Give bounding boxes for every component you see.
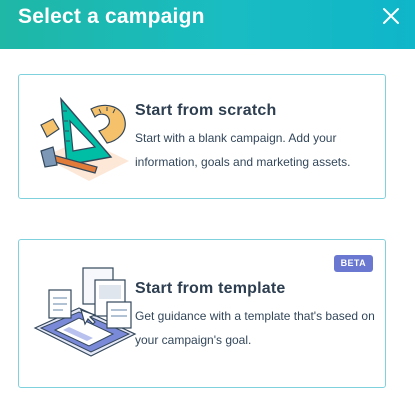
modal-header: Select a campaign bbox=[0, 0, 415, 49]
tools-illustration bbox=[40, 96, 129, 181]
card-title: Start from scratch bbox=[135, 102, 277, 119]
modal-title: Select a campaign bbox=[18, 5, 205, 28]
template-illustration bbox=[33, 267, 137, 357]
card-title: Start from template bbox=[135, 280, 286, 297]
card-description: Start with a blank campaign. Add your in… bbox=[135, 131, 351, 169]
card-description: Get guidance with a template that's base… bbox=[135, 309, 375, 347]
start-from-template-card[interactable]: BETA Start from template Get guidance wi… bbox=[18, 239, 386, 388]
start-from-scratch-card[interactable]: Start from scratch Start with a blank ca… bbox=[18, 74, 386, 199]
beta-badge: BETA bbox=[333, 255, 373, 272]
close-icon bbox=[383, 8, 399, 24]
close-button[interactable] bbox=[381, 6, 401, 26]
